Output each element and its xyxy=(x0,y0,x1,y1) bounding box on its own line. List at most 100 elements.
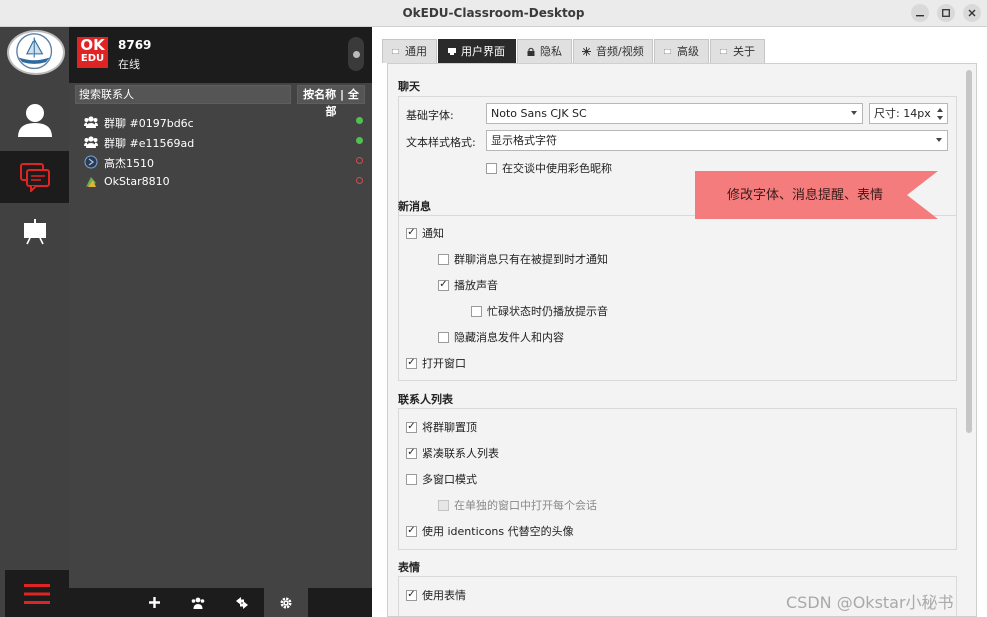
group-icon xyxy=(84,136,98,148)
checkbox-box[interactable] xyxy=(471,305,482,317)
contact-name: 群聊 #e11569ad xyxy=(104,137,195,150)
tab-about[interactable]: 关于 xyxy=(710,39,765,63)
spin-arrows-icon[interactable] xyxy=(936,106,944,122)
notify-checkbox[interactable]: 通知 xyxy=(406,225,444,241)
search-row: 按名称 | 全部 xyxy=(75,85,365,118)
contact-item[interactable]: 群聊 #0197bd6c xyxy=(69,112,372,132)
text-style-select[interactable]: 显示格式字符 xyxy=(486,130,948,151)
about-icon xyxy=(719,47,728,56)
avatar-icon xyxy=(86,177,96,187)
colored-nicknames-checkbox[interactable]: 在交谈中使用彩色昵称 xyxy=(486,160,612,176)
contact-item[interactable]: 群聊 #e11569ad xyxy=(69,132,372,152)
school-logo-icon xyxy=(7,30,65,75)
section-title-emoji: 表情 xyxy=(398,561,420,574)
groups-on-top-checkbox[interactable]: 将群聊置顶 xyxy=(406,419,477,435)
checkbox-box[interactable] xyxy=(438,253,449,265)
checkbox-box[interactable] xyxy=(406,421,417,433)
section-title-chat: 聊天 xyxy=(398,80,420,93)
checkbox-box[interactable] xyxy=(406,473,417,485)
tab-general[interactable]: 通用 xyxy=(382,39,437,63)
multi-window-checkbox[interactable]: 多窗口模式 xyxy=(406,471,477,487)
profile-name[interactable]: 8769 xyxy=(118,38,151,52)
identicons-checkbox[interactable]: 使用 identicons 代替空的头像 xyxy=(406,523,574,539)
maximize-icon xyxy=(942,9,950,17)
whiteboard-icon xyxy=(23,219,46,245)
avatar-icon xyxy=(84,155,98,169)
hide-sender-checkbox[interactable]: 隐藏消息发件人和内容 xyxy=(438,329,564,345)
file-transfer-button[interactable] xyxy=(220,588,264,617)
audio-video-icon xyxy=(582,47,591,56)
font-size-spinbox[interactable]: 尺寸: 14px xyxy=(869,103,948,124)
checkbox-box[interactable] xyxy=(406,589,417,601)
offline-status-icon xyxy=(356,177,363,184)
create-group-button[interactable] xyxy=(176,588,220,617)
general-icon xyxy=(391,47,400,56)
contact-list-group: 将群聊置顶 紧凑联系人列表 多窗口模式 在单独的窗口中打开每个会话 使用 ide… xyxy=(398,408,957,550)
contact-panel: OK EDU 8769 在线 按名称 | 全部 群聊 #0197bd6c 群聊 … xyxy=(69,27,372,617)
checkbox-box[interactable] xyxy=(486,162,497,174)
maximize-button[interactable] xyxy=(937,4,955,22)
text-style-label: 文本样式格式: xyxy=(406,136,476,149)
close-button[interactable] xyxy=(963,4,981,22)
nav-rail xyxy=(0,27,69,617)
hamburger-menu-icon xyxy=(24,583,50,604)
checkbox-box[interactable] xyxy=(438,331,449,343)
callout-text: 修改字体、消息提醒、表情 xyxy=(727,187,883,203)
new-message-group: 通知 群聊消息只有在被提到时才通知 播放声音 忙碌状态时仍播放提示音 隐藏消息发… xyxy=(398,215,957,381)
minimize-icon xyxy=(916,15,924,17)
settings-content: 聊天 基础字体: Noto Sans CJK SC 尺寸: 14px 文本样式格… xyxy=(387,63,977,617)
section-title-new-message: 新消息 xyxy=(398,200,431,213)
open-window-checkbox[interactable]: 打开窗口 xyxy=(406,355,466,371)
base-font-label: 基础字体: xyxy=(406,109,454,122)
busy-sound-checkbox[interactable]: 忙碌状态时仍播放提示音 xyxy=(471,303,608,319)
profile-status-text[interactable]: 在线 xyxy=(118,56,140,72)
tab-privacy[interactable]: 隐私 xyxy=(517,39,572,63)
status-toggle-button[interactable] xyxy=(348,37,364,71)
main-menu-button[interactable] xyxy=(5,570,69,617)
vertical-scrollbar[interactable] xyxy=(966,70,972,433)
plus-icon xyxy=(148,597,160,608)
use-emoji-checkbox[interactable]: 使用表情 xyxy=(406,587,466,603)
user-icon xyxy=(17,104,52,137)
settings-page: 通用 用户界面 隐私 音频/视频 高级 关于 聊天 基础字体: Noto San… xyxy=(372,27,987,617)
contact-item[interactable]: OkStar8810 xyxy=(69,172,372,192)
profile-nav-button[interactable] xyxy=(0,93,69,145)
add-friend-button[interactable] xyxy=(132,588,176,617)
contact-item[interactable]: 高杰1510 xyxy=(69,152,372,172)
offline-status-icon xyxy=(356,157,363,164)
play-sound-checkbox[interactable]: 播放声音 xyxy=(438,277,498,293)
tab-audio-video[interactable]: 音频/视频 xyxy=(573,39,653,63)
contact-name: OkStar8810 xyxy=(104,175,170,188)
contact-search-input[interactable] xyxy=(75,85,291,104)
okedu-logo: OK EDU xyxy=(77,37,108,68)
gear-icon xyxy=(280,597,292,608)
compact-list-checkbox[interactable]: 紧凑联系人列表 xyxy=(406,445,499,461)
online-status-icon xyxy=(356,117,363,124)
chevron-down-icon xyxy=(936,138,942,142)
chat-bubbles-icon xyxy=(19,163,50,192)
chat-nav-button[interactable] xyxy=(0,151,69,203)
group-icon xyxy=(84,116,98,128)
close-icon xyxy=(968,9,976,17)
checkbox-box[interactable] xyxy=(438,279,449,291)
advanced-icon xyxy=(663,47,672,56)
base-font-select[interactable]: Noto Sans CJK SC xyxy=(486,103,863,124)
settings-button[interactable] xyxy=(264,588,308,617)
tab-user-interface[interactable]: 用户界面 xyxy=(438,39,516,63)
contact-name: 高杰1510 xyxy=(104,157,154,170)
checkbox-box[interactable] xyxy=(406,447,417,459)
watermark-text: CSDN @Okstar小秘书 xyxy=(786,593,954,612)
tab-advanced[interactable]: 高级 xyxy=(654,39,709,63)
classroom-nav-button[interactable] xyxy=(0,205,69,257)
checkbox-box[interactable] xyxy=(406,227,417,239)
group-icon xyxy=(191,597,205,609)
minimize-button[interactable] xyxy=(911,4,929,22)
window-titlebar: OkEDU-Classroom-Desktop xyxy=(0,0,987,27)
group-mention-only-checkbox[interactable]: 群聊消息只有在被提到时才通知 xyxy=(438,251,608,267)
section-title-contact-list: 联系人列表 xyxy=(398,393,453,406)
checkbox-box[interactable] xyxy=(406,525,417,537)
contact-panel-toolbar xyxy=(69,588,372,617)
checkbox-box[interactable] xyxy=(406,357,417,369)
sort-filter-button[interactable]: 按名称 | 全部 xyxy=(297,85,365,118)
online-status-icon xyxy=(356,137,363,144)
